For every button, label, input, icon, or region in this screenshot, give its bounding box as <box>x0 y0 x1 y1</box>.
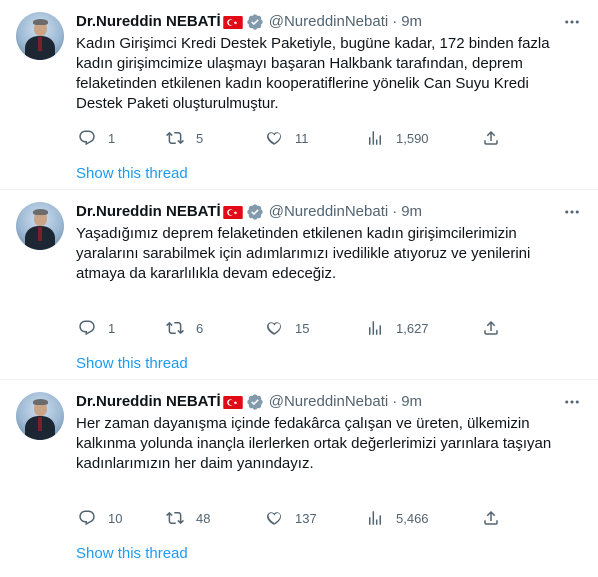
show-thread-link[interactable]: Show this thread <box>76 354 188 374</box>
like-icon <box>267 132 281 145</box>
reply-count: 1 <box>108 320 116 336</box>
retweet-button[interactable]: 6 <box>166 318 203 338</box>
show-thread-link[interactable]: Show this thread <box>76 544 188 564</box>
tweet-content: Dr.Nureddin NEBATİ @NureddinNebati · 9m <box>76 392 582 526</box>
verified-badge-icon[interactable] <box>246 203 264 221</box>
views-button[interactable]: 1,627 <box>366 318 429 338</box>
avatar[interactable] <box>16 12 64 60</box>
tweet[interactable]: Dr.Nureddin NEBATİ @NureddinNebati · 9m <box>0 190 598 380</box>
separator-dot: · <box>392 13 398 30</box>
separator-dot: · <box>392 203 398 220</box>
like-button[interactable]: 15 <box>265 318 309 338</box>
author-handle[interactable]: @NureddinNebati <box>269 12 388 32</box>
reply-icon <box>79 130 95 146</box>
tweet-actions: 1 6 15 1,627 <box>76 318 506 338</box>
tweet-content: Dr.Nureddin NEBATİ @NureddinNebati · 9m <box>76 12 582 146</box>
avatar[interactable] <box>16 202 64 250</box>
reply-count: 10 <box>108 510 123 526</box>
share-icon <box>484 320 498 335</box>
tweet-text: Kadın Girişimci Kredi Destek Paketiyle, … <box>76 35 550 112</box>
views-icon <box>369 131 381 145</box>
share-button[interactable] <box>482 128 500 148</box>
show-thread-link[interactable]: Show this thread <box>76 164 188 184</box>
retweet-count: 48 <box>196 510 211 526</box>
views-count: 1,590 <box>396 130 429 146</box>
more-horizontal-icon[interactable] <box>562 392 582 412</box>
tweet-actions: 10 48 137 5,466 <box>76 508 506 528</box>
tweet[interactable]: Dr.Nureddin NEBATİ @NureddinNebati · 9m <box>0 0 598 190</box>
tweet-header: Dr.Nureddin NEBATİ @NureddinNebati · 9m <box>76 202 582 222</box>
tweet[interactable]: Dr.Nureddin NEBATİ @NureddinNebati · 9m <box>0 380 598 577</box>
retweet-icon <box>166 511 184 525</box>
tweet-text: Yaşadığımız deprem felaketinden etkilene… <box>76 225 531 282</box>
reply-button[interactable]: 10 <box>78 508 122 528</box>
retweet-count: 6 <box>196 320 204 336</box>
like-count: 137 <box>295 510 317 526</box>
like-icon <box>267 322 281 335</box>
author-handle[interactable]: @NureddinNebati <box>269 202 388 222</box>
reply-icon <box>79 510 95 526</box>
reply-button[interactable]: 1 <box>78 128 115 148</box>
retweet-button[interactable]: 48 <box>166 508 210 528</box>
like-count: 15 <box>295 320 310 336</box>
author-name[interactable]: Dr.Nureddin NEBATİ <box>76 12 221 32</box>
tweet-time[interactable]: 9m <box>401 202 422 222</box>
like-button[interactable]: 11 <box>265 128 309 148</box>
retweet-icon <box>166 321 184 335</box>
like-count: 11 <box>295 130 309 146</box>
tweet-content: Dr.Nureddin NEBATİ @NureddinNebati · 9m <box>76 202 582 336</box>
share-icon <box>484 510 498 525</box>
verified-badge-icon[interactable] <box>246 393 264 411</box>
views-count: 1,627 <box>396 320 429 336</box>
share-icon <box>484 130 498 145</box>
retweet-count: 5 <box>196 130 204 146</box>
reply-button[interactable]: 1 <box>78 318 115 338</box>
tweet-time[interactable]: 9m <box>401 392 422 412</box>
views-count: 5,466 <box>396 510 429 526</box>
turkey-flag-icon <box>222 205 243 219</box>
more-horizontal-icon[interactable] <box>562 12 582 32</box>
tweet-feed: Dr.Nureddin NEBATİ @NureddinNebati · 9m <box>0 0 598 577</box>
retweet-icon <box>166 131 184 145</box>
reply-icon <box>79 320 95 336</box>
author-name[interactable]: Dr.Nureddin NEBATİ <box>76 202 221 222</box>
views-icon <box>369 511 381 525</box>
turkey-flag-icon <box>222 15 243 29</box>
like-icon <box>267 512 281 525</box>
views-button[interactable]: 5,466 <box>366 508 429 528</box>
tweet-time[interactable]: 9m <box>401 12 422 32</box>
share-button[interactable] <box>482 318 500 338</box>
author-name[interactable]: Dr.Nureddin NEBATİ <box>76 392 221 412</box>
tweet-header: Dr.Nureddin NEBATİ @NureddinNebati · 9m <box>76 392 582 412</box>
separator-dot: · <box>392 393 398 410</box>
avatar[interactable] <box>16 392 64 440</box>
views-icon <box>369 321 381 335</box>
tweet-text: Her zaman dayanışma içinde fedakârca çal… <box>76 415 552 472</box>
more-horizontal-icon[interactable] <box>562 202 582 222</box>
views-button[interactable]: 1,590 <box>366 128 429 148</box>
turkey-flag-icon <box>222 395 243 409</box>
author-handle[interactable]: @NureddinNebati <box>269 392 388 412</box>
tweet-header: Dr.Nureddin NEBATİ @NureddinNebati · 9m <box>76 12 582 32</box>
verified-badge-icon[interactable] <box>246 13 264 31</box>
retweet-button[interactable]: 5 <box>166 128 203 148</box>
tweet-actions: 1 5 11 1,590 <box>76 128 506 148</box>
share-button[interactable] <box>482 508 500 528</box>
like-button[interactable]: 137 <box>265 508 317 528</box>
reply-count: 1 <box>108 130 116 146</box>
